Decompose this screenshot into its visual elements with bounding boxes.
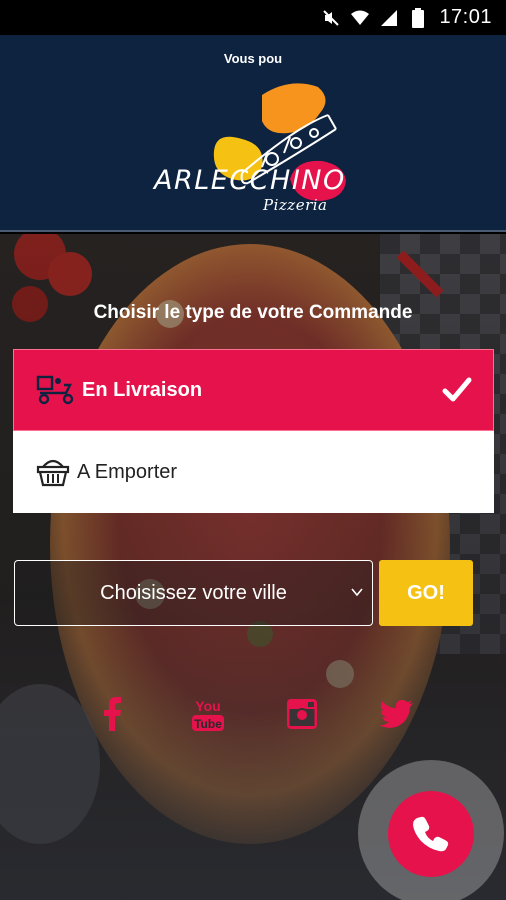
delivery-scooter-icon: [36, 374, 76, 406]
youtube-icon: You Tube: [192, 698, 224, 731]
chevron-down-icon: [351, 588, 363, 597]
option-delivery-label: En Livraison: [82, 378, 203, 401]
option-takeaway[interactable]: A Emporter: [13, 431, 494, 513]
signal-icon: [379, 8, 399, 28]
city-select-placeholder: Choisissez votre ville: [100, 581, 287, 604]
phone-icon: [413, 816, 449, 852]
option-takeaway-label: A Emporter: [77, 460, 178, 483]
battery-icon: [408, 7, 428, 28]
main-content: Choisir le type de votre Commande En Liv…: [0, 234, 506, 900]
mute-icon: [321, 8, 341, 28]
twitter-link[interactable]: [376, 694, 416, 734]
pizza-logo-icon: [213, 83, 346, 201]
youtube-link[interactable]: You Tube: [187, 694, 229, 734]
svg-text:You: You: [195, 698, 220, 714]
instagram-link[interactable]: [282, 694, 322, 734]
option-delivery[interactable]: En Livraison: [13, 349, 494, 431]
instagram-icon: [287, 699, 317, 729]
call-button[interactable]: [388, 791, 474, 877]
order-type-title: Choisir le type de votre Commande: [93, 302, 413, 323]
wifi-icon: [350, 8, 370, 28]
go-button[interactable]: GO!: [379, 560, 473, 626]
app-header: Vous pou ARLECCHINO Pizzeria: [0, 35, 506, 232]
twitter-icon: [379, 700, 413, 728]
basket-icon: [35, 456, 75, 488]
facebook-icon: [104, 697, 121, 731]
city-select[interactable]: Choisissez votre ville: [14, 560, 373, 626]
svg-text:Tube: Tube: [194, 717, 222, 731]
brand-subtitle: Pizzeria: [263, 196, 328, 214]
facebook-link[interactable]: [92, 694, 132, 734]
header-tagline: Vous pou: [223, 51, 283, 66]
brand-name: ARLECCHINO: [154, 165, 346, 196]
status-time: 17:01: [439, 6, 492, 28]
checkmark-icon: [442, 377, 472, 402]
status-bar: 17:01: [0, 0, 506, 35]
